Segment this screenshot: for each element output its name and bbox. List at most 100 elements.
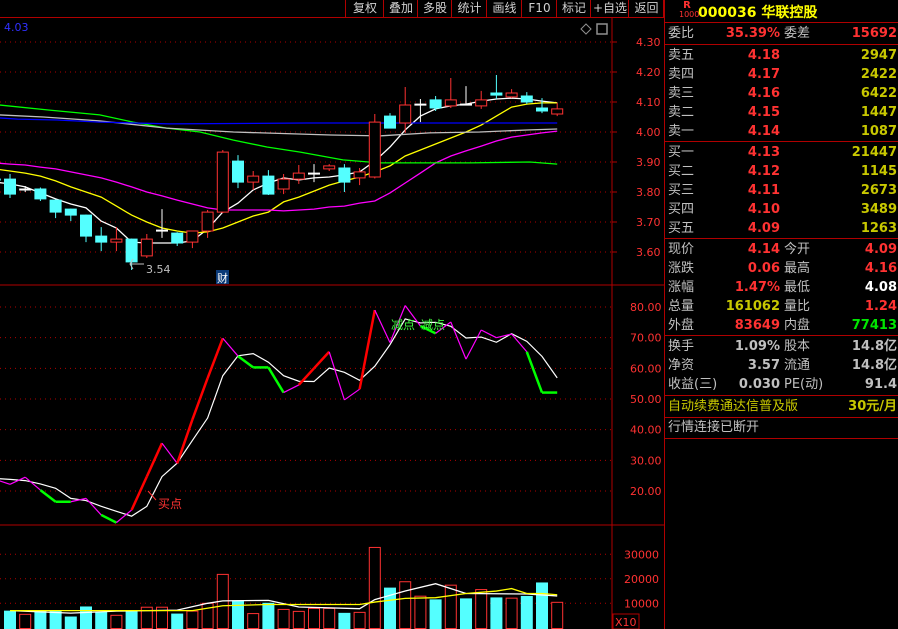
volume-bar[interactable]	[64, 616, 77, 629]
candle-body	[49, 199, 62, 213]
ask-price: 4.14	[747, 124, 780, 139]
kline-chart[interactable]: 4.30 4.20 4.10 4.00 3.90 3.80 3.70 3.60 4.03 3.54…	[0, 18, 664, 629]
ask-label: 卖四	[668, 67, 695, 82]
candle-body	[247, 175, 260, 183]
volume-bar[interactable]	[110, 614, 123, 629]
candle-body	[338, 167, 351, 183]
candle-body	[475, 99, 488, 107]
candle[interactable]	[323, 164, 336, 171]
volume-bar[interactable]	[551, 601, 564, 629]
volume-bar[interactable]	[536, 582, 548, 629]
candle[interactable]	[4, 174, 16, 198]
candle[interactable]	[156, 209, 168, 238]
volume-bar[interactable]	[520, 595, 533, 629]
stock-title[interactable]: 000036 华联控股	[698, 2, 817, 22]
volume-bar[interactable]	[399, 581, 412, 629]
volume-bar[interactable]	[429, 599, 442, 629]
toolbar-button-4[interactable]: 画线	[486, 0, 522, 17]
candle[interactable]	[475, 90, 488, 109]
candle[interactable]	[95, 227, 108, 252]
volume-bar[interactable]	[19, 613, 32, 629]
sell-signal-label: 减点	[391, 318, 415, 332]
toolbar-button-2[interactable]: 多股	[417, 0, 452, 17]
candle[interactable]	[460, 86, 472, 106]
volume-bar[interactable]	[308, 607, 320, 629]
candle[interactable]	[216, 150, 229, 213]
candle[interactable]	[353, 168, 366, 186]
ma-line-ma30	[0, 104, 558, 165]
volume-bar[interactable]	[277, 608, 290, 629]
volume-bar[interactable]	[323, 607, 336, 629]
candle[interactable]	[232, 155, 244, 189]
indicator-fast-segment	[358, 309, 377, 390]
candle-body	[292, 172, 305, 180]
volume-bar[interactable]	[368, 546, 381, 629]
bid-label: 买二	[668, 164, 695, 179]
toolbar: 复权 叠加 多股 统计 画线 F10 标记 +自选 返回	[0, 0, 664, 18]
volume-bar[interactable]	[95, 611, 108, 629]
candle[interactable]	[444, 78, 457, 108]
toolbar-button-7[interactable]: +自选	[590, 0, 629, 17]
toolbar-button-6[interactable]: 标记	[556, 0, 591, 17]
weicha-label: 委差	[784, 26, 811, 41]
candle-body	[201, 211, 214, 232]
toolbar-button-0[interactable]: 复权	[345, 0, 384, 17]
candle[interactable]	[125, 238, 138, 271]
candle[interactable]	[292, 165, 305, 184]
buy-arrow-icon	[147, 490, 157, 501]
volume-bar[interactable]	[460, 598, 472, 629]
volume-bar[interactable]	[125, 610, 138, 629]
candle[interactable]	[505, 89, 518, 99]
candle[interactable]	[19, 186, 32, 192]
volume-bar[interactable]	[475, 589, 488, 629]
candle-body	[460, 103, 472, 106]
volume-bar[interactable]	[414, 595, 427, 629]
diamond-icon[interactable]	[580, 23, 592, 35]
stock-code: 000036	[698, 5, 757, 21]
toolbar-button-5[interactable]: F10	[521, 0, 557, 17]
candle[interactable]	[247, 171, 260, 190]
volume-bar[interactable]	[338, 612, 351, 629]
volume-bar[interactable]	[186, 610, 199, 629]
volume-bar[interactable]	[292, 610, 305, 629]
toolbar-button-3[interactable]: 统计	[451, 0, 487, 17]
candle[interactable]	[171, 232, 184, 246]
candle[interactable]	[34, 187, 47, 202]
indicator-fast-segment	[525, 351, 544, 394]
volume-bar[interactable]	[171, 613, 184, 629]
volume-bar[interactable]	[49, 610, 62, 629]
volume-bar[interactable]	[505, 597, 518, 629]
candle[interactable]	[551, 102, 564, 117]
candle[interactable]	[277, 174, 290, 195]
candle[interactable]	[140, 234, 153, 258]
candle[interactable]	[64, 208, 77, 222]
volume-bar[interactable]	[262, 602, 275, 629]
volume-bar[interactable]	[490, 597, 503, 629]
volume-bar[interactable]	[444, 584, 457, 629]
volume-bar[interactable]	[247, 613, 260, 629]
candle[interactable]	[262, 170, 275, 195]
panel-toggle-icon[interactable]	[596, 23, 608, 35]
volume-bar[interactable]	[353, 611, 366, 629]
volume-bar[interactable]	[4, 610, 16, 629]
indicator-fast-segment	[237, 355, 254, 369]
candle[interactable]	[368, 114, 381, 179]
candle[interactable]	[308, 164, 320, 183]
candle[interactable]	[80, 214, 92, 243]
toolbar-button-1[interactable]: 叠加	[383, 0, 418, 17]
candle[interactable]	[186, 230, 199, 249]
candle[interactable]	[384, 113, 396, 129]
indicator-axis-label: 60.00	[630, 362, 662, 375]
candle[interactable]	[338, 164, 351, 192]
toolbar-button-8[interactable]: 返回	[628, 0, 664, 17]
indicator-fast-segment	[222, 337, 239, 357]
candle[interactable]	[490, 75, 503, 99]
candle[interactable]	[414, 99, 427, 123]
candle[interactable]	[201, 210, 214, 238]
candle[interactable]	[520, 92, 533, 105]
candle-body	[34, 188, 47, 200]
volume-bar[interactable]	[34, 610, 47, 629]
candle[interactable]	[49, 199, 62, 219]
stat-value: 1.24	[864, 299, 897, 314]
subscription-ad[interactable]: 自动续费通达信普及版 30元/月	[665, 397, 898, 416]
